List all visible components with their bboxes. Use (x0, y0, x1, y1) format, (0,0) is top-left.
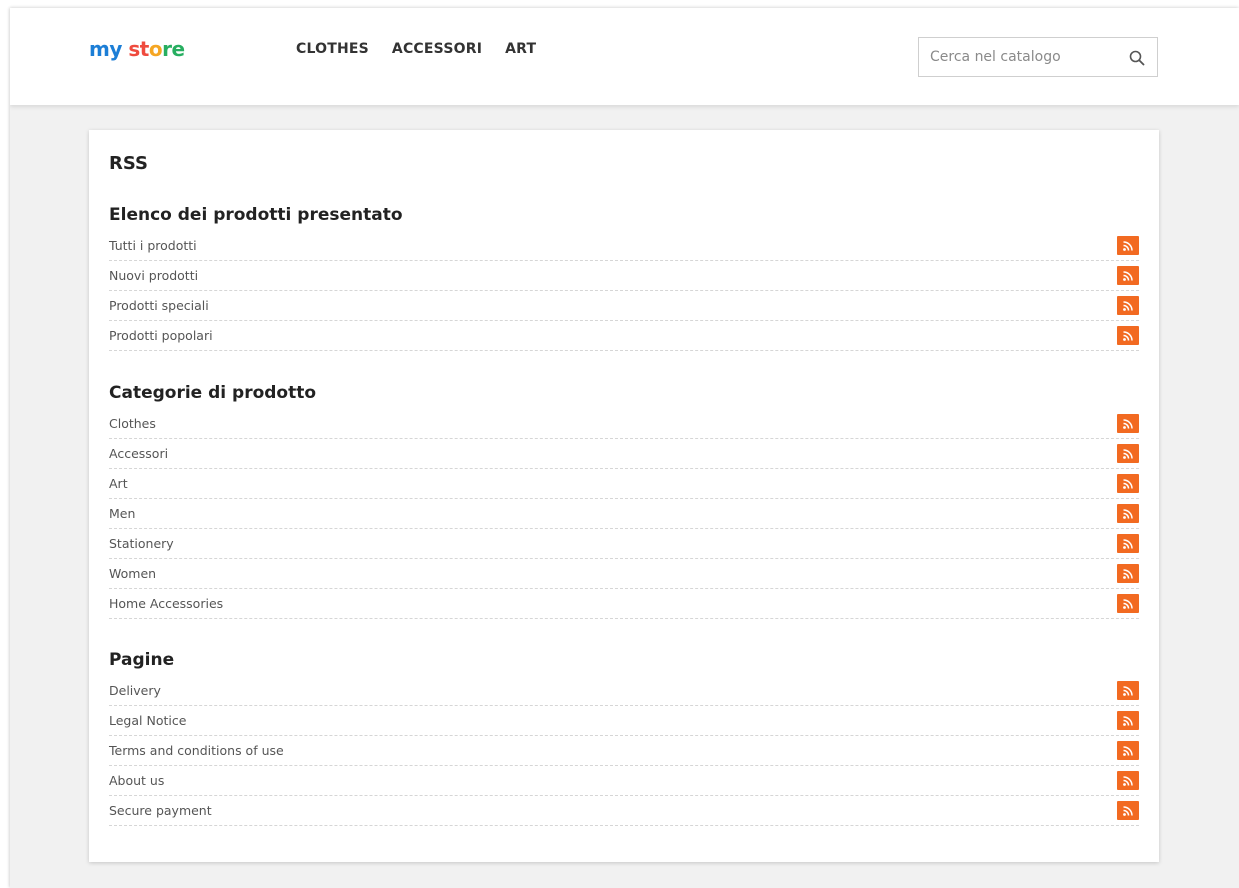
rss-icon[interactable] (1117, 711, 1139, 730)
feed-link[interactable]: Prodotti popolari (109, 328, 213, 343)
rss-icon[interactable] (1117, 326, 1139, 345)
list-item: Accessori (109, 439, 1139, 469)
list-item: Secure payment (109, 796, 1139, 826)
list-item: Prodotti popolari (109, 321, 1139, 351)
feed-link[interactable]: About us (109, 773, 164, 788)
feed-link[interactable]: Home Accessories (109, 596, 223, 611)
search-icon[interactable] (1129, 50, 1145, 66)
rss-icon[interactable] (1117, 414, 1139, 433)
nav-item-art[interactable]: ART (505, 41, 536, 57)
section-title-featured-products: Elenco dei prodotti presentato (109, 205, 403, 225)
rss-icon[interactable] (1117, 266, 1139, 285)
feed-link[interactable]: Legal Notice (109, 713, 186, 728)
list-item: Nuovi prodotti (109, 261, 1139, 291)
list-item: Art (109, 469, 1139, 499)
feed-link[interactable]: Terms and conditions of use (109, 743, 284, 758)
rss-icon[interactable] (1117, 741, 1139, 760)
logo-part-my: my (89, 37, 122, 61)
section-title-pages: Pagine (109, 650, 175, 670)
rss-icon[interactable] (1117, 474, 1139, 493)
page-title: RSS (109, 153, 148, 174)
featured-products-list: Tutti i prodotti Nuovi prodotti Prodotti… (109, 231, 1139, 351)
feed-link[interactable]: Secure payment (109, 803, 212, 818)
logo-part-re: re (162, 37, 185, 61)
list-item: Home Accessories (109, 589, 1139, 619)
search-box (918, 37, 1158, 77)
feed-link[interactable]: Tutti i prodotti (109, 238, 197, 253)
feed-link[interactable]: Stationery (109, 536, 174, 551)
feed-link[interactable]: Women (109, 566, 156, 581)
logo-part-o: o (148, 37, 163, 61)
rss-icon[interactable] (1117, 594, 1139, 613)
browser-viewport: my store CLOTHES ACCESSORI ART RSS Elenc… (10, 8, 1239, 888)
nav-item-clothes[interactable]: CLOTHES (296, 41, 369, 57)
list-item: Tutti i prodotti (109, 231, 1139, 261)
list-item: Clothes (109, 409, 1139, 439)
product-categories-list: Clothes Accessori Art Men Stationery Wom… (109, 409, 1139, 619)
feed-link[interactable]: Art (109, 476, 128, 491)
rss-card: RSS Elenco dei prodotti presentato Tutti… (89, 130, 1159, 862)
list-item: Men (109, 499, 1139, 529)
list-item: Terms and conditions of use (109, 736, 1139, 766)
list-item: Prodotti speciali (109, 291, 1139, 321)
rss-icon[interactable] (1117, 801, 1139, 820)
rss-icon[interactable] (1117, 236, 1139, 255)
list-item: Delivery (109, 676, 1139, 706)
store-logo[interactable]: my store (89, 37, 185, 61)
rss-icon[interactable] (1117, 564, 1139, 583)
feed-link[interactable]: Clothes (109, 416, 156, 431)
rss-icon[interactable] (1117, 771, 1139, 790)
rss-icon[interactable] (1117, 296, 1139, 315)
list-item: Stationery (109, 529, 1139, 559)
rss-icon[interactable] (1117, 681, 1139, 700)
feed-link[interactable]: Delivery (109, 683, 161, 698)
main-nav: CLOTHES ACCESSORI ART (296, 41, 536, 57)
list-item: Women (109, 559, 1139, 589)
logo-part-st: st (128, 37, 149, 61)
section-title-product-categories: Categorie di prodotto (109, 383, 317, 403)
pages-list: Delivery Legal Notice Terms and conditio… (109, 676, 1139, 826)
rss-icon[interactable] (1117, 504, 1139, 523)
feed-link[interactable]: Accessori (109, 446, 168, 461)
search-input[interactable] (919, 38, 1119, 76)
list-item: About us (109, 766, 1139, 796)
nav-item-accessori[interactable]: ACCESSORI (392, 41, 482, 57)
rss-icon[interactable] (1117, 444, 1139, 463)
list-item: Legal Notice (109, 706, 1139, 736)
feed-link[interactable]: Men (109, 506, 135, 521)
feed-link[interactable]: Prodotti speciali (109, 298, 209, 313)
rss-icon[interactable] (1117, 534, 1139, 553)
feed-link[interactable]: Nuovi prodotti (109, 268, 198, 283)
site-header: my store CLOTHES ACCESSORI ART (10, 8, 1239, 105)
